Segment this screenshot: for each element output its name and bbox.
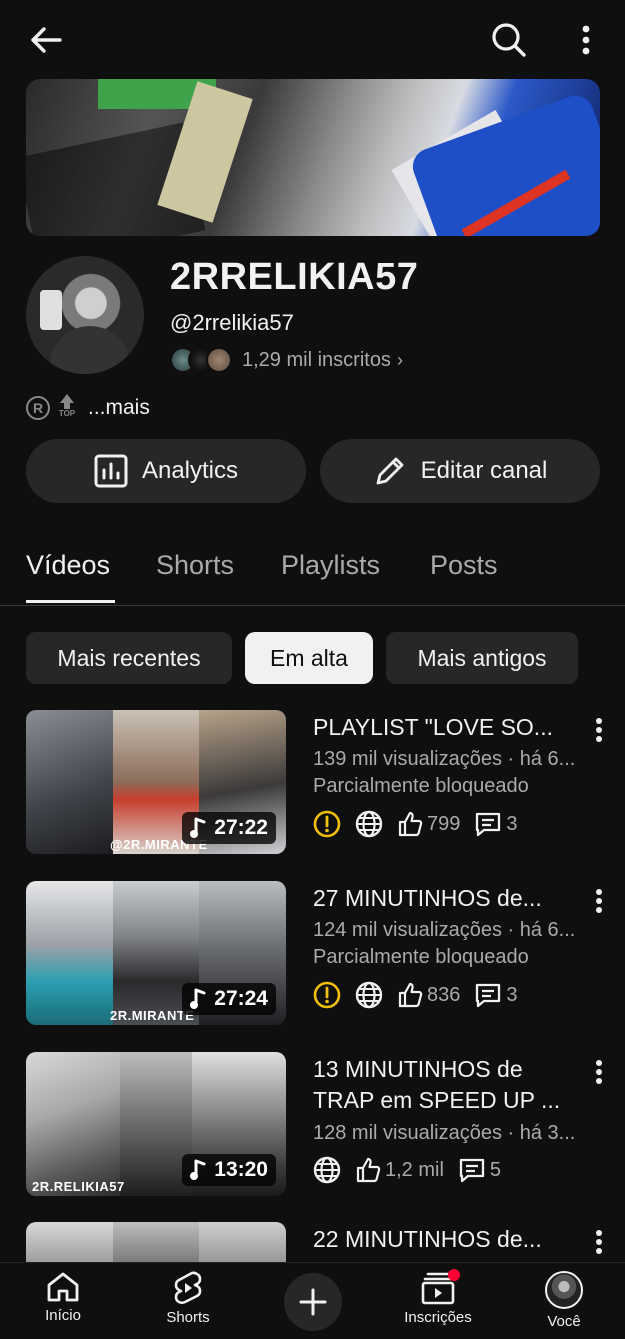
pencil-icon <box>376 457 404 485</box>
subscribers-row[interactable]: 1,29 mil inscritos › <box>170 344 403 376</box>
warning-icon <box>313 810 341 838</box>
video-meta: 128 mil visualizações · há 3... <box>313 1122 576 1144</box>
more-link[interactable]: ...mais <box>88 396 150 420</box>
video-meta: 139 mil visualizações · há 6... <box>313 748 576 770</box>
avatar-icon <box>545 1271 583 1309</box>
analytics-icon <box>94 454 128 488</box>
active-tab-indicator <box>26 600 115 603</box>
like-icon <box>398 811 423 837</box>
music-note-icon <box>190 988 206 1009</box>
top-app-bar <box>0 0 625 78</box>
tab-playlists[interactable]: Playlists <box>281 550 380 581</box>
more-vertical-icon[interactable] <box>588 1226 610 1258</box>
edit-channel-label: Editar canal <box>420 457 548 484</box>
video-watermark: 2R.RELIKIA57 <box>32 1179 125 1194</box>
more-vertical-icon[interactable] <box>588 885 610 917</box>
like-count: 836 <box>427 983 461 1006</box>
video-thumbnail[interactable] <box>26 1222 286 1262</box>
nav-home[interactable]: Início <box>18 1271 108 1324</box>
bottom-navigation: Início Shorts Inscrições Você <box>0 1262 625 1339</box>
music-note-icon <box>190 1159 206 1180</box>
channel-avatar[interactable] <box>26 256 144 374</box>
chevron-right-icon: › <box>396 349 403 370</box>
video-duration: 27:24 <box>182 983 276 1015</box>
nav-home-label: Início <box>45 1307 81 1324</box>
search-icon[interactable] <box>486 18 532 62</box>
video-stats: 799 3 <box>313 809 518 839</box>
chip-oldest[interactable]: Mais antigos <box>386 632 578 684</box>
nav-shorts-label: Shorts <box>166 1309 210 1326</box>
nav-subscriptions-label: Inscrições <box>404 1309 472 1326</box>
video-stats: 836 3 <box>313 980 518 1010</box>
edit-channel-button[interactable]: Editar canal <box>320 439 600 503</box>
home-icon <box>47 1272 79 1302</box>
comment-icon <box>476 812 501 837</box>
video-stats: 1,2 mil 5 <box>313 1155 501 1185</box>
nav-shorts[interactable]: Shorts <box>143 1271 233 1326</box>
channel-banner[interactable] <box>26 79 600 236</box>
like-count: 799 <box>427 812 461 835</box>
channel-name: 2RRELIKIA57 <box>170 256 419 298</box>
back-arrow-icon[interactable] <box>22 20 70 60</box>
globe-icon <box>355 981 383 1009</box>
video-item[interactable]: 2R.RELIKIA57 13:20 13 MINUTINHOS de TRAP… <box>0 1052 625 1198</box>
create-button[interactable] <box>284 1273 342 1331</box>
top-arrow-icon: TOP <box>56 394 78 422</box>
video-thumbnail[interactable]: 2R.MIRANTE 27:24 <box>26 881 286 1025</box>
comment-icon <box>459 1158 485 1183</box>
more-vertical-icon[interactable] <box>568 20 604 60</box>
analytics-label: Analytics <box>141 457 239 484</box>
plus-icon <box>299 1288 327 1316</box>
like-count: 1,2 mil <box>385 1158 444 1181</box>
video-thumbnail[interactable]: 2R.RELIKIA57 13:20 <box>26 1052 286 1196</box>
notification-dot <box>448 1269 460 1281</box>
video-title[interactable]: 22 MINUTINHOS de... <box>313 1224 585 1255</box>
channel-tabs: Vídeos Shorts Playlists Posts <box>0 540 625 606</box>
subscriber-avatar <box>206 347 232 373</box>
like-icon <box>356 1157 381 1183</box>
registered-icon: R <box>26 396 50 420</box>
nav-subscriptions[interactable]: Inscrições <box>393 1269 483 1326</box>
like-icon <box>398 982 423 1008</box>
video-item[interactable]: @2R.MIRANTE 27:22 PLAYLIST "LOVE SO... 1… <box>0 710 625 856</box>
video-meta: 124 mil visualizações · há 6... <box>313 919 576 941</box>
video-thumbnail[interactable]: @2R.MIRANTE 27:22 <box>26 710 286 854</box>
more-vertical-icon[interactable] <box>588 1056 610 1088</box>
video-duration: 27:22 <box>182 812 276 844</box>
video-status: Parcialmente bloqueado <box>313 946 529 968</box>
subscriber-count: 1,29 mil inscritos <box>242 348 391 371</box>
video-status: Parcialmente bloqueado <box>313 775 529 797</box>
analytics-button[interactable]: Analytics <box>26 439 306 503</box>
video-duration: 13:20 <box>182 1154 276 1186</box>
channel-handle: @2rrelikia57 <box>170 310 294 335</box>
globe-icon <box>355 810 383 838</box>
chip-most-recent[interactable]: Mais recentes <box>26 632 232 684</box>
tab-posts[interactable]: Posts <box>430 550 498 581</box>
more-vertical-icon[interactable] <box>588 714 610 746</box>
tab-videos[interactable]: Vídeos <box>26 550 110 581</box>
nav-you[interactable]: Você <box>519 1271 609 1330</box>
chip-trending[interactable]: Em alta <box>245 632 373 684</box>
tab-shorts[interactable]: Shorts <box>156 550 234 581</box>
comment-count: 3 <box>506 812 518 835</box>
video-title[interactable]: PLAYLIST "LOVE SO... <box>313 712 585 743</box>
music-note-icon <box>190 817 206 838</box>
video-title[interactable]: 27 MINUTINHOS de... <box>313 883 585 914</box>
channel-description-row[interactable]: R TOP ...mais <box>26 392 150 424</box>
comment-count: 3 <box>506 983 518 1006</box>
shorts-icon <box>174 1271 202 1305</box>
comment-icon <box>476 983 501 1008</box>
video-item[interactable]: 22 MINUTINHOS de... <box>0 1222 625 1262</box>
comment-count: 5 <box>489 1158 502 1181</box>
globe-icon <box>313 1156 341 1184</box>
video-item[interactable]: 2R.MIRANTE 27:24 27 MINUTINHOS de... 124… <box>0 881 625 1027</box>
nav-you-label: Você <box>547 1313 581 1330</box>
video-title[interactable]: 13 MINUTINHOS de TRAP em SPEED UP ... <box>313 1054 585 1116</box>
warning-icon <box>313 981 341 1009</box>
